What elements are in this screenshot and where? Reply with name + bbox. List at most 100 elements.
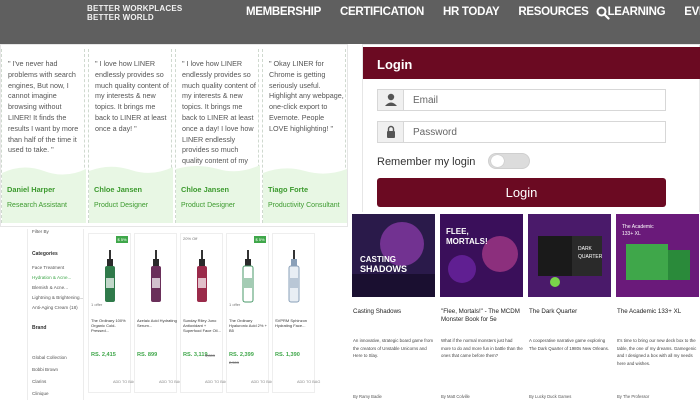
password-input[interactable] bbox=[405, 123, 663, 141]
login-panel: Login Remember my login Login bbox=[362, 44, 700, 214]
nav-link-certification[interactable]: CERTIFICATION bbox=[340, 6, 424, 18]
product-name[interactable]: Sunday Riley Juno Antioxidant + Superfoo… bbox=[183, 318, 223, 338]
remember-toggle[interactable] bbox=[488, 153, 530, 169]
brand-item[interactable]: Clarins bbox=[32, 379, 46, 384]
product-name[interactable]: SVPRM Sphinzon Hydrating Face... bbox=[275, 318, 315, 338]
brand-item[interactable]: Clinique bbox=[32, 391, 49, 396]
product-card[interactable]: Azelaic Acid Hydrating Serum... RS. 899 … bbox=[134, 233, 182, 393]
nav-link-hr-today[interactable]: HR TODAY bbox=[443, 6, 500, 18]
product-image bbox=[105, 250, 115, 302]
nav-link-events[interactable]: EVENTS bbox=[684, 6, 700, 18]
project-description: It's time to bring our new deck box to t… bbox=[617, 338, 697, 366]
brand-item[interactable]: Bobbi Brown bbox=[32, 367, 58, 372]
filter-sidebar: Filter By Categories Face Treatment Hydr… bbox=[28, 229, 84, 400]
svg-text:QUARTER: QUARTER bbox=[578, 254, 603, 260]
project-thumbnail[interactable]: FLEE, MORTALS! bbox=[440, 214, 523, 297]
password-field[interactable] bbox=[377, 121, 666, 143]
project-title[interactable]: The Academic 133+ XL bbox=[617, 308, 699, 316]
user-icon bbox=[378, 90, 404, 110]
nav-link-learning[interactable]: LEARNING bbox=[608, 6, 666, 18]
product-meta: 20% Off bbox=[183, 236, 198, 241]
category-item[interactable]: Blemish & Acne... bbox=[32, 285, 68, 290]
email-input[interactable] bbox=[405, 91, 663, 109]
testimonial-role: Product Designer bbox=[181, 202, 236, 209]
product-card[interactable]: 20% Off Sunday Riley Juno Antioxidant + … bbox=[180, 233, 228, 393]
product-price: RS. 899 bbox=[137, 352, 158, 358]
brand-line-2: BETTER WORLD bbox=[87, 13, 154, 22]
filter-by-label: Filter By bbox=[32, 229, 49, 234]
product-name[interactable]: The Ordinary Hyaluronic Acid 2% + B5 bbox=[229, 318, 269, 338]
product-image bbox=[288, 250, 300, 303]
testimonial-card: " I love how LINER endlessly provides so… bbox=[175, 49, 260, 223]
svg-text:DARK: DARK bbox=[578, 246, 593, 252]
testimonial-footer bbox=[176, 177, 260, 223]
offer-badge: $ 5% bbox=[116, 236, 128, 243]
add-to-bag-link[interactable]: ADD TO BAG bbox=[297, 380, 320, 384]
product-image bbox=[197, 250, 207, 302]
top-nav-bar: BETTER WORKPLACES BETTER WORLD MEMBERSHI… bbox=[0, 0, 700, 44]
add-to-bag-link[interactable]: ADD TO BAG bbox=[113, 380, 136, 384]
project-title[interactable]: Casting Shadows bbox=[353, 308, 435, 316]
product-price: RS. 2,399 bbox=[229, 352, 254, 358]
project-creator[interactable]: By The Professor bbox=[617, 394, 649, 399]
project-card[interactable]: DARK QUARTER The Dark Quarter A cooperat… bbox=[526, 212, 611, 400]
category-item[interactable]: Anti-Aging Cream (18) bbox=[32, 305, 78, 310]
svg-text:133+ XL: 133+ XL bbox=[622, 231, 641, 237]
product-name[interactable]: Azelaic Acid Hydrating Serum... bbox=[137, 318, 177, 338]
project-title[interactable]: "Flee, Mortals!" - The MCDM Monster Book… bbox=[441, 308, 523, 324]
testimonial-name: Chloe Jansen bbox=[181, 185, 230, 194]
testimonial-footer bbox=[263, 177, 347, 223]
add-to-bag-link[interactable]: ADD TO BAG bbox=[159, 380, 182, 384]
login-button[interactable]: Login bbox=[377, 178, 666, 207]
brand-item[interactable]: Global Collection bbox=[32, 355, 67, 360]
project-description: A cooperative narrative game exploring T… bbox=[529, 338, 610, 351]
nav-link-resources[interactable]: RESOURCES bbox=[518, 6, 588, 18]
shop-listing: Filter By Categories Face Treatment Hydr… bbox=[27, 229, 345, 400]
product-card[interactable]: $ 5% 1 offer The Ordinary Hyaluronic Aci… bbox=[226, 233, 274, 393]
brand-line-1: BETTER WORKPLACES bbox=[87, 4, 183, 13]
product-name[interactable]: The Ordinary 100% Organic Cold-Pressed..… bbox=[91, 318, 131, 338]
svg-text:MORTALS!: MORTALS! bbox=[446, 237, 488, 246]
testimonial-card: " I love how LINER endlessly provides so… bbox=[88, 49, 173, 223]
add-to-bag-link[interactable]: ADD TO BAG bbox=[205, 380, 228, 384]
project-creator[interactable]: By Ramy Badie bbox=[353, 394, 382, 399]
projects-grid: CASTING SHADOWS Casting Shadows An innov… bbox=[350, 212, 700, 400]
svg-text:The Academic: The Academic bbox=[622, 224, 654, 230]
testimonial-card: " I've never had problems with search en… bbox=[1, 49, 86, 223]
offer-badge: $ 5% bbox=[254, 236, 266, 243]
category-item[interactable]: Face Treatment bbox=[32, 265, 64, 270]
testimonial-role: Research Assistant bbox=[7, 202, 67, 209]
lock-icon bbox=[378, 122, 404, 142]
category-item[interactable]: Lightning & Brightening... bbox=[32, 295, 83, 300]
product-card[interactable]: $ 5% 1 offer The Ordinary 100% Organic C… bbox=[88, 233, 136, 393]
testimonial-quote: " I love how LINER endlessly provides so… bbox=[95, 59, 169, 133]
product-meta: 1 offer bbox=[91, 302, 103, 307]
category-item[interactable]: Hydration & Acne... bbox=[32, 275, 71, 280]
search-icon[interactable] bbox=[596, 6, 610, 20]
product-image bbox=[242, 250, 254, 303]
testimonial-quote: " Okay LINER for Chrome is getting serio… bbox=[269, 59, 344, 133]
testimonial-role: Productivity Consultant bbox=[268, 202, 340, 209]
project-description: An innovative, strategic board game from… bbox=[353, 338, 434, 359]
testimonial-footer bbox=[89, 177, 173, 223]
project-card[interactable]: FLEE, MORTALS! "Flee, Mortals!" - The MC… bbox=[438, 212, 523, 400]
project-thumbnail[interactable]: The Academic 133+ XL bbox=[616, 214, 699, 297]
product-price: RS. 3,119 bbox=[183, 352, 208, 358]
project-card[interactable]: CASTING SHADOWS Casting Shadows An innov… bbox=[350, 212, 435, 400]
nav-links: MEMBERSHIP CERTIFICATION HR TODAY RESOUR… bbox=[246, 6, 700, 18]
project-creator[interactable]: By Lucky Duck Games bbox=[529, 394, 571, 399]
email-field[interactable] bbox=[377, 89, 666, 111]
project-card[interactable]: The Academic 133+ XL The Academic 133+ X… bbox=[614, 212, 699, 400]
product-price: RS. 1,390 bbox=[275, 352, 300, 358]
project-thumbnail[interactable]: DARK QUARTER bbox=[528, 214, 611, 297]
product-price: RS. 2,415 bbox=[91, 352, 116, 358]
brand-logo[interactable]: BETTER WORKPLACES BETTER WORLD bbox=[87, 4, 182, 22]
svg-text:SHADOWS: SHADOWS bbox=[360, 264, 407, 274]
project-thumbnail[interactable]: CASTING SHADOWS bbox=[352, 214, 435, 297]
product-meta: 1 offer bbox=[229, 302, 241, 307]
nav-link-membership[interactable]: MEMBERSHIP bbox=[246, 6, 321, 18]
project-creator[interactable]: By Matt Colville bbox=[441, 394, 470, 399]
add-to-bag-link[interactable]: ADD TO BAG bbox=[251, 380, 274, 384]
product-card[interactable]: SVPRM Sphinzon Hydrating Face... RS. 1,3… bbox=[272, 233, 320, 393]
project-title[interactable]: The Dark Quarter bbox=[529, 308, 611, 316]
